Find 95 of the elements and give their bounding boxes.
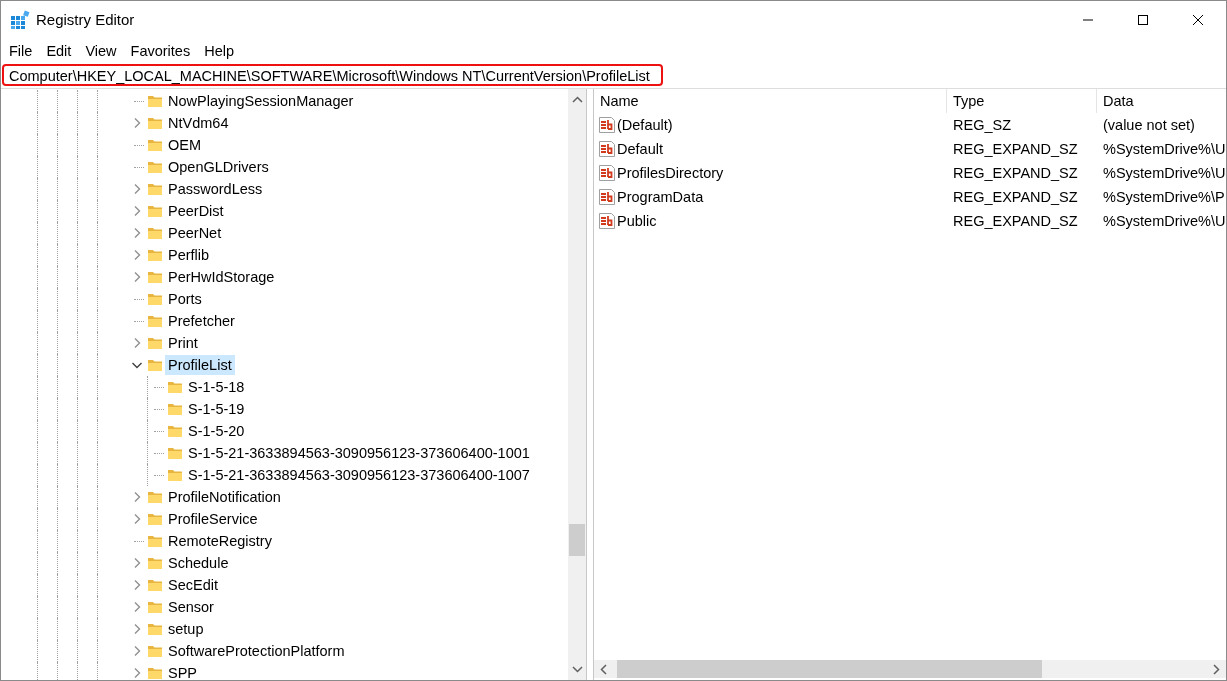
folder-icon bbox=[147, 599, 163, 615]
folder-icon bbox=[167, 445, 183, 461]
tree-item[interactable]: S-1-5-18 bbox=[185, 377, 248, 397]
folder-icon bbox=[147, 555, 163, 571]
folder-icon bbox=[147, 533, 163, 549]
tree-item[interactable]: PeerNet bbox=[165, 223, 225, 243]
string-value-icon bbox=[598, 212, 616, 230]
folder-icon bbox=[147, 225, 163, 241]
string-value-icon bbox=[598, 188, 616, 206]
folder-icon bbox=[147, 335, 163, 351]
value-type: REG_EXPAND_SZ bbox=[952, 213, 1079, 229]
window-title: Registry Editor bbox=[36, 11, 135, 28]
value-type: REG_SZ bbox=[952, 117, 1012, 133]
folder-icon bbox=[147, 247, 163, 263]
tree-item[interactable]: Perflib bbox=[165, 245, 213, 265]
chevron-right-icon[interactable] bbox=[1213, 663, 1220, 675]
tree-item[interactable]: SoftwareProtectionPlatform bbox=[165, 641, 348, 661]
folder-icon bbox=[147, 181, 163, 197]
value-data: (value not set) bbox=[1102, 117, 1196, 133]
folder-icon bbox=[167, 379, 183, 395]
tree-item[interactable]: ProfileList bbox=[165, 355, 235, 375]
folder-icon bbox=[147, 203, 163, 219]
value-data: %SystemDrive%\U bbox=[1102, 141, 1226, 157]
column-header[interactable]: Type bbox=[947, 89, 1097, 113]
vertical-scrollbar[interactable] bbox=[568, 89, 586, 680]
folder-icon bbox=[147, 137, 163, 153]
string-value-icon bbox=[598, 116, 616, 134]
folder-icon bbox=[147, 313, 163, 329]
tree-item[interactable]: NtVdm64 bbox=[165, 113, 232, 133]
menu-item[interactable]: View bbox=[78, 42, 124, 59]
value-name[interactable]: Default bbox=[617, 141, 663, 157]
value-name[interactable]: ProfilesDirectory bbox=[617, 165, 724, 181]
folder-icon bbox=[147, 577, 163, 593]
folder-icon bbox=[147, 643, 163, 659]
value-name[interactable]: (Default) bbox=[617, 117, 673, 133]
tree-item[interactable]: PeerDist bbox=[165, 201, 227, 221]
tree-item[interactable]: NowPlayingSessionManager bbox=[165, 91, 357, 111]
scrollbar-thumb[interactable] bbox=[617, 660, 1042, 678]
column-header[interactable]: Name bbox=[594, 89, 947, 113]
tree-item[interactable]: Prefetcher bbox=[165, 311, 238, 331]
folder-icon bbox=[147, 269, 163, 285]
folder-icon bbox=[167, 467, 183, 483]
tree-item[interactable]: SecEdit bbox=[165, 575, 221, 595]
tree-item[interactable]: setup bbox=[165, 619, 207, 639]
value-type: REG_EXPAND_SZ bbox=[952, 141, 1079, 157]
tree-item[interactable]: S-1-5-21-3633894563-3090956123-373606400-1007 bbox=[185, 465, 533, 485]
tree-item[interactable]: Sensor bbox=[165, 597, 217, 617]
tree-item[interactable]: RemoteRegistry bbox=[165, 531, 275, 551]
tree-item[interactable]: OEM bbox=[165, 135, 205, 155]
tree-item[interactable]: S-1-5-20 bbox=[185, 421, 248, 441]
folder-icon bbox=[147, 511, 163, 527]
value-data: %SystemDrive%\U bbox=[1102, 165, 1226, 181]
menu-item[interactable]: File bbox=[2, 42, 40, 59]
tree-item[interactable]: ProfileNotification bbox=[165, 487, 284, 507]
menu-item[interactable]: Edit bbox=[39, 42, 79, 59]
tree-item[interactable]: OpenGLDrivers bbox=[165, 157, 272, 177]
folder-icon bbox=[167, 401, 183, 417]
address-bar[interactable]: Computer\HKEY_LOCAL_MACHINE\SOFTWARE\Microsoft\Windows NT\CurrentVersion\ProfileList bbox=[2, 64, 663, 86]
folder-icon bbox=[147, 665, 163, 680]
grid-cubes-icon bbox=[10, 9, 30, 30]
tree-item[interactable]: PasswordLess bbox=[165, 179, 266, 199]
string-value-icon bbox=[598, 164, 616, 182]
value-name[interactable]: ProgramData bbox=[617, 189, 704, 205]
tree-item[interactable]: SPP bbox=[165, 663, 200, 680]
value-data: %SystemDrive%\P bbox=[1102, 189, 1226, 205]
tree-item[interactable]: Print bbox=[165, 333, 201, 353]
column-header[interactable]: Data bbox=[1097, 89, 1226, 113]
folder-icon bbox=[167, 423, 183, 439]
menu-item[interactable]: Help bbox=[197, 42, 241, 59]
chevron-up-icon[interactable] bbox=[571, 96, 583, 103]
folder-icon bbox=[147, 93, 163, 109]
folder-icon bbox=[147, 357, 163, 373]
value-type: REG_EXPAND_SZ bbox=[952, 189, 1079, 205]
tree-item[interactable]: PerHwIdStorage bbox=[165, 267, 278, 287]
folder-icon bbox=[147, 489, 163, 505]
folder-icon bbox=[147, 621, 163, 637]
horizontal-scrollbar[interactable] bbox=[594, 660, 1226, 678]
value-type: REG_EXPAND_SZ bbox=[952, 165, 1079, 181]
tree-item[interactable]: S-1-5-19 bbox=[185, 399, 248, 419]
tree-item[interactable]: S-1-5-21-3633894563-3090956123-373606400-1001 bbox=[185, 443, 533, 463]
folder-icon bbox=[147, 115, 163, 131]
tree-item[interactable]: ProfileService bbox=[165, 509, 261, 529]
tree-item[interactable]: Schedule bbox=[165, 553, 232, 573]
maximize-icon bbox=[1136, 13, 1149, 26]
chevron-left-icon[interactable] bbox=[600, 663, 607, 675]
tree-item[interactable]: Ports bbox=[165, 289, 205, 309]
value-name[interactable]: Public bbox=[617, 213, 657, 229]
menu-item[interactable]: Favorites bbox=[123, 42, 198, 59]
close-icon bbox=[1191, 13, 1204, 26]
folder-icon bbox=[147, 291, 163, 307]
value-data: %SystemDrive%\U bbox=[1102, 213, 1226, 229]
string-value-icon bbox=[598, 140, 616, 158]
chevron-down-icon[interactable] bbox=[571, 666, 583, 673]
folder-icon bbox=[147, 159, 163, 175]
scrollbar-thumb[interactable] bbox=[569, 524, 585, 556]
